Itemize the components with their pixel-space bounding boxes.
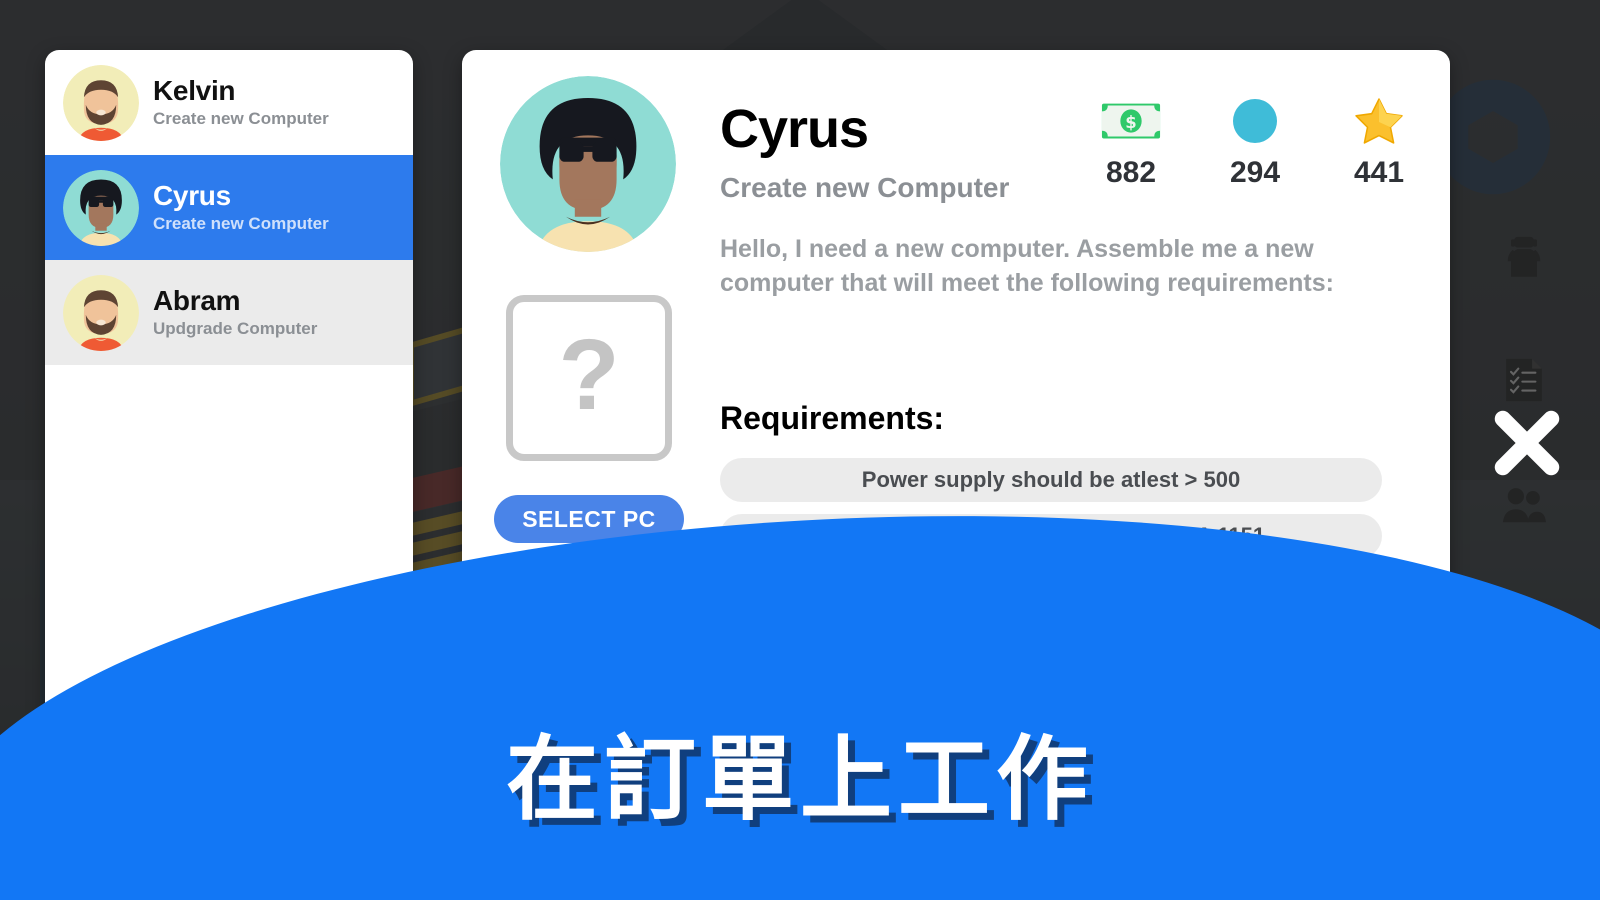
stat-reputation: 441 <box>1336 90 1422 190</box>
customer-task: Create new Computer <box>153 214 329 234</box>
stat-gem: 294 <box>1212 90 1298 190</box>
stat-money: $ 882 <box>1088 90 1174 190</box>
customer-text: Abram Updgrade Computer <box>153 284 318 340</box>
stat-value: 882 <box>1105 156 1157 189</box>
customer-name: Cyrus <box>153 179 231 211</box>
customer-name: Abram <box>153 284 241 316</box>
customer-name: Kelvin <box>153 74 236 106</box>
star-icon <box>1336 90 1422 152</box>
requirement-item: Power supply should be atlest > 500 <box>720 458 1382 502</box>
stat-value: 441 <box>1353 156 1405 189</box>
avatar <box>63 274 139 351</box>
pc-slot-placeholder: ? <box>558 319 620 431</box>
requirements-heading: Requirements: <box>720 400 945 436</box>
customer-list-item-kelvin[interactable]: Kelvin Create new Computer <box>45 50 413 155</box>
money-icon: $ <box>1088 90 1174 152</box>
avatar <box>63 64 139 141</box>
avatar <box>63 169 139 246</box>
customer-task: Updgrade Computer <box>153 319 318 339</box>
stats-bar: $ 882 294 441 <box>1088 90 1422 190</box>
customer-list-item-abram[interactable]: Abram Updgrade Computer <box>45 260 413 365</box>
customer-text: Kelvin Create new Computer <box>153 74 329 130</box>
customer-text: Cyrus Create new Computer <box>153 179 329 235</box>
app-root: Kelvin Create new Computer Cyrus Create … <box>0 0 1600 900</box>
detail-avatar-wrap <box>500 76 676 252</box>
stat-value: 294 <box>1229 156 1281 189</box>
detail-message: Hello, I need a new computer. Assemble m… <box>720 235 1334 297</box>
customer-task: Create new Computer <box>153 109 329 129</box>
banner-label: 在訂單上工作 <box>505 726 1094 833</box>
close-icon[interactable] <box>1484 400 1570 486</box>
avatar <box>500 76 676 252</box>
gem-icon <box>1212 90 1298 152</box>
svg-text:$: $ <box>1125 113 1136 132</box>
customer-list-item-cyrus[interactable]: Cyrus Create new Computer <box>45 155 413 260</box>
pc-slot[interactable]: ? <box>506 295 672 461</box>
